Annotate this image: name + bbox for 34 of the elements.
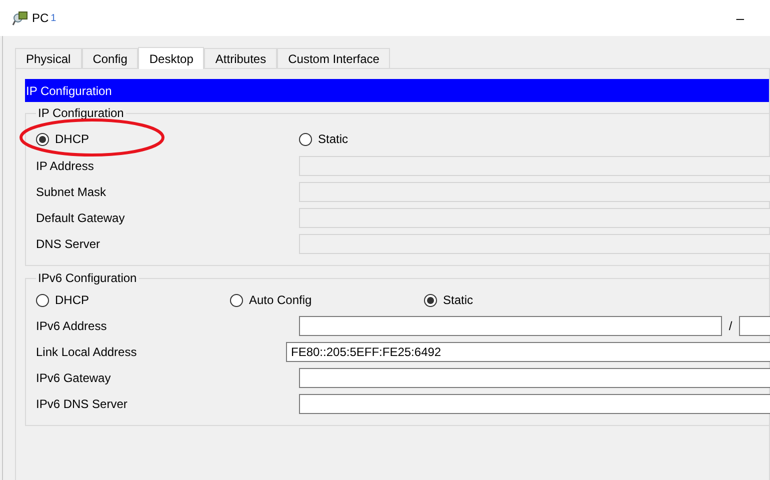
input-field[interactable] (299, 394, 770, 414)
tab[interactable]: Attributes (204, 48, 278, 68)
field-label: Subnet Mask (36, 184, 108, 201)
input-field[interactable] (299, 316, 722, 336)
window-title: PC (32, 10, 49, 27)
radio-label: Auto Config (249, 292, 312, 309)
tab[interactable]: Physical (15, 48, 82, 68)
tab[interactable]: Config (82, 48, 138, 68)
field-label: DNS Server (36, 236, 102, 253)
window-title-number: 1 (50, 12, 56, 26)
input-field[interactable]: FE80::205:5EFF:FE25:6492 (286, 342, 770, 362)
field-label: IPv6 Gateway (36, 370, 112, 387)
tab[interactable]: Custom Interface (277, 48, 390, 68)
tab[interactable]: Desktop (138, 47, 204, 69)
field-label: Default Gateway (36, 210, 126, 227)
prefix-separator: / (728, 318, 734, 335)
radio-label: Static (318, 131, 348, 148)
radio-button[interactable] (230, 294, 243, 306)
field-label: IPv6 Address (36, 318, 108, 335)
radio-label: Static (443, 292, 474, 309)
field-label: Link Local Address (36, 344, 138, 361)
section-header: IP Configuration (25, 79, 769, 102)
minimize-button[interactable]: – (736, 8, 744, 28)
field-label: IPv6 DNS Server (36, 396, 128, 413)
radio-label: DHCP (55, 292, 90, 309)
input-field[interactable] (299, 368, 770, 388)
radio-label: DHCP (55, 131, 90, 148)
group-legend: IP Configuration (36, 104, 126, 122)
field-label: IP Address (36, 158, 95, 175)
group-legend: IPv6 Configuration (36, 269, 139, 287)
radio-button[interactable] (424, 294, 437, 306)
radio-button[interactable] (36, 294, 49, 306)
radio-button[interactable] (36, 132, 49, 146)
radio-button[interactable] (299, 132, 312, 146)
